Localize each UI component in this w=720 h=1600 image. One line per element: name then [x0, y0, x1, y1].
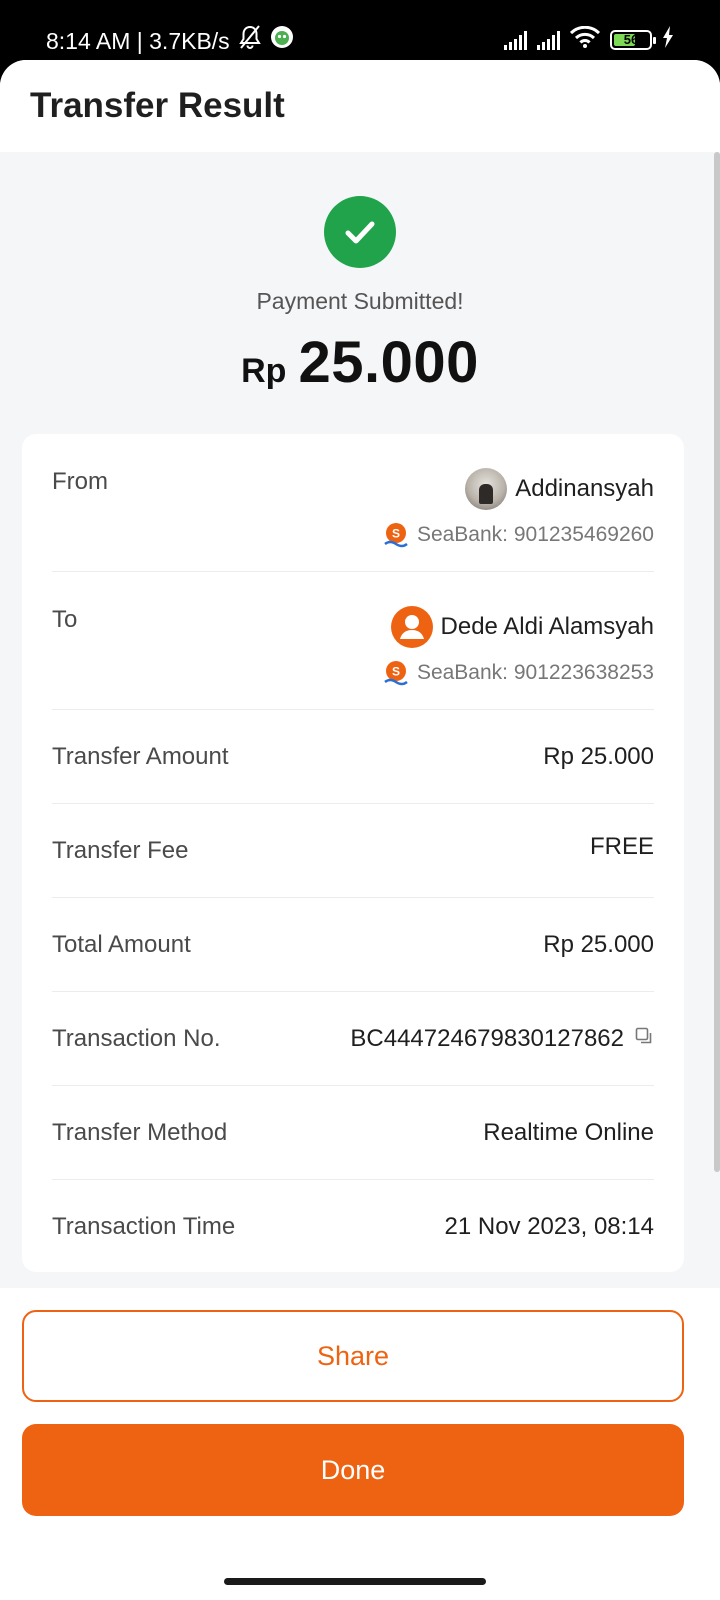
- page-title: Transfer Result: [30, 86, 285, 125]
- transfer-amount-row: Transfer Amount Rp 25.000: [52, 710, 654, 804]
- transaction-time-row: Transaction Time 21 Nov 2023, 08:14: [52, 1180, 654, 1274]
- recipient-name: Dede Aldi Alamsyah: [440, 613, 654, 640]
- scrollbar[interactable]: [714, 152, 720, 1172]
- transfer-method-label: Transfer Method: [52, 1118, 228, 1146]
- currency-label: Rp: [241, 352, 287, 390]
- copy-icon[interactable]: [634, 1025, 654, 1053]
- details-card: From Addinansyah S SeaBank: 901235469260…: [22, 434, 684, 1272]
- result-amount: Rp 25.000: [0, 329, 720, 396]
- status-time: 8:14 AM | 3.7KB/s: [46, 27, 230, 54]
- transfer-method-value: Realtime Online: [483, 1118, 654, 1146]
- header: Transfer Result: [0, 60, 720, 152]
- total-amount-label: Total Amount: [52, 930, 191, 958]
- signal-icon: [504, 30, 527, 50]
- app-notification-icon: [270, 25, 294, 56]
- charging-icon: [662, 26, 674, 53]
- seabank-icon: S: [384, 523, 408, 548]
- amount-value: 25.000: [298, 330, 479, 395]
- status-right: 56: [504, 25, 674, 53]
- status-message: Payment Submitted!: [256, 288, 464, 314]
- sender-name: Addinansyah: [515, 475, 654, 502]
- transfer-fee-row: Transfer Fee FREE: [52, 804, 654, 898]
- status-bar: 8:14 AM | 3.7KB/s 56: [0, 0, 720, 64]
- transfer-amount-value: Rp 25.000: [543, 742, 654, 770]
- battery-icon: 56: [610, 29, 656, 50]
- total-amount-value: Rp 25.000: [543, 930, 654, 958]
- to-label: To: [52, 606, 78, 633]
- avatar: [465, 468, 508, 510]
- transaction-no-group: BC444724679830127862: [350, 1025, 654, 1053]
- transfer-method-row: Transfer Method Realtime Online: [52, 1086, 654, 1180]
- sender-bank: SeaBank: 901235469260: [416, 523, 654, 546]
- battery-level: 56: [623, 32, 639, 47]
- total-amount-row: Total Amount Rp 25.000: [52, 898, 654, 992]
- transaction-no-row: Transaction No. BC444724679830127862: [52, 992, 654, 1086]
- from-row: From Addinansyah S SeaBank: 901235469260: [52, 434, 654, 572]
- share-button[interactable]: Share: [22, 1310, 684, 1402]
- transaction-no-label: Transaction No.: [52, 1024, 221, 1052]
- transfer-fee-label: Transfer Fee: [52, 836, 189, 864]
- person-icon: [390, 606, 433, 648]
- mute-bell-icon: [238, 24, 262, 57]
- transfer-amount-label: Transfer Amount: [52, 742, 229, 770]
- from-label: From: [52, 468, 108, 495]
- check-circle-icon: [324, 196, 396, 268]
- wifi-icon: [569, 25, 601, 53]
- svg-text:S: S: [392, 527, 400, 541]
- recipient-bank: SeaBank: 901223638253: [416, 661, 654, 684]
- seabank-icon: S: [384, 661, 408, 686]
- result-summary: Payment Submitted! Rp 25.000: [0, 152, 720, 396]
- signal-icon: [537, 30, 560, 50]
- status-left: 8:14 AM | 3.7KB/s: [46, 24, 294, 57]
- transaction-no-value: BC444724679830127862: [350, 1024, 624, 1052]
- done-button[interactable]: Done: [22, 1424, 684, 1516]
- transaction-time-label: Transaction Time: [52, 1213, 236, 1240]
- home-indicator[interactable]: [224, 1578, 486, 1585]
- to-row: To Dede Aldi Alamsyah S SeaBank: 9012236…: [52, 572, 654, 710]
- bottom-actions: Share Done: [0, 1288, 720, 1600]
- transaction-time-value: 21 Nov 2023, 08:14: [444, 1213, 655, 1240]
- transfer-fee-value: FREE: [589, 832, 654, 860]
- svg-text:S: S: [392, 665, 400, 679]
- transfer-result-sheet: Transfer Result Payment Submitted! Rp 25…: [0, 60, 720, 1600]
